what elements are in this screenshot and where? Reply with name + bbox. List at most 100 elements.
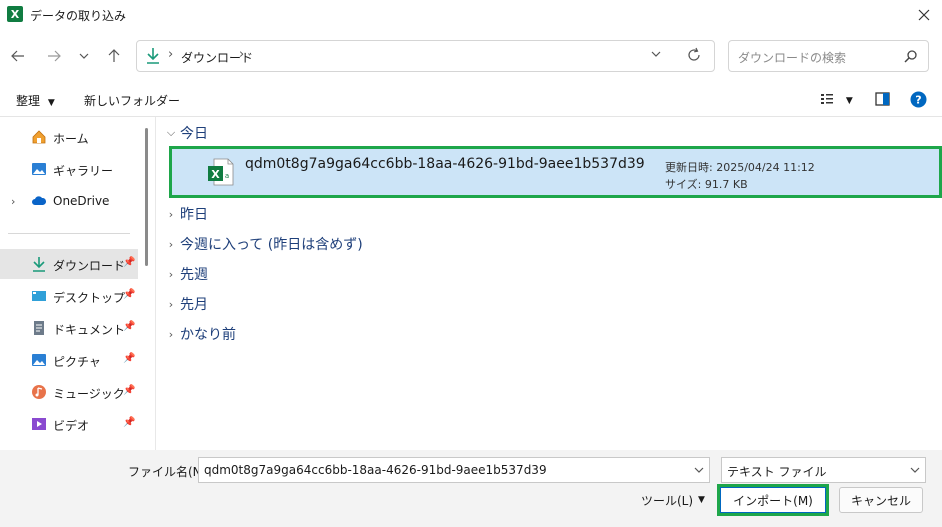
group-label: 今日 <box>180 126 208 142</box>
chevron-down-icon <box>910 467 920 473</box>
filename-value: qdm0t8g7a9ga64cc6bb-18aa-4626-91bd-9aee1… <box>204 463 547 477</box>
breadcrumb-separator[interactable]: › <box>239 47 244 62</box>
preview-pane-button[interactable] <box>875 92 890 109</box>
organize-label: 整理 <box>16 94 41 108</box>
chevron-down-icon: ⌵ <box>166 126 176 139</box>
close-icon <box>918 9 930 21</box>
help-button[interactable]: ? <box>910 91 927 111</box>
chevron-right-icon: › <box>168 267 174 281</box>
chevron-right-icon: › <box>168 327 174 341</box>
chevron-right-icon: › <box>168 237 174 251</box>
title-bar: X データの取り込み <box>0 0 942 30</box>
sidebar-item-label: ホーム <box>53 132 89 146</box>
caret-down-icon: ▼ <box>47 98 55 108</box>
search-icon[interactable] <box>904 49 918 63</box>
file-modified: 更新日時: 2025/04/24 11:12 <box>665 161 815 174</box>
sidebar-item-label: デスクトップ <box>53 291 126 305</box>
sidebar-item-gallery[interactable]: ギャラリー <box>0 154 138 184</box>
home-icon <box>32 130 46 144</box>
file-row-selected[interactable]: X a qdm0t8g7a9ga64cc6bb-18aa-4626-91bd-9… <box>169 146 942 198</box>
sidebar-item-label: ギャラリー <box>53 164 114 178</box>
group-header-yesterday[interactable]: › 昨日 <box>164 203 208 225</box>
forward-button[interactable] <box>42 44 66 68</box>
chevron-down-icon[interactable] <box>693 464 705 476</box>
pin-icon[interactable]: 📌 <box>123 289 135 300</box>
sidebar-item-onedrive[interactable]: OneDrive <box>0 186 138 216</box>
excel-file-icon: X a <box>208 158 234 186</box>
pin-icon[interactable]: 📌 <box>123 257 135 268</box>
new-folder-button[interactable]: 新しいフォルダー <box>84 92 180 109</box>
sidebar-item-label: ミュージック <box>53 387 125 401</box>
arrow-left-icon <box>11 50 24 62</box>
pin-icon[interactable]: 📌 <box>123 321 135 332</box>
preview-pane-icon <box>875 92 890 106</box>
arrow-up-icon <box>108 49 120 62</box>
sidebar-item-documents[interactable]: ドキュメント 📌 <box>0 313 138 343</box>
list-view-icon <box>821 94 833 104</box>
group-header-long-ago[interactable]: › かなり前 <box>164 323 236 345</box>
view-options-button[interactable]: ▼ <box>820 92 853 109</box>
cloud-icon <box>32 196 47 205</box>
filetype-select[interactable]: テキスト ファイル <box>721 457 926 483</box>
group-label: 先週 <box>180 267 208 283</box>
recent-locations-button[interactable] <box>72 44 96 68</box>
cancel-button[interactable]: キャンセル <box>839 487 923 513</box>
group-label: かなり前 <box>180 327 236 343</box>
file-size: サイズ: 91.7 KB <box>665 178 748 191</box>
gallery-icon <box>32 163 46 175</box>
file-name: qdm0t8g7a9ga64cc6bb-18aa-4626-91bd-9aee1… <box>245 156 645 172</box>
group-header-last-month[interactable]: › 先月 <box>164 293 208 315</box>
download-icon <box>147 48 159 64</box>
window-title: データの取り込み <box>30 9 127 23</box>
arrow-right-icon <box>48 50 61 62</box>
sidebar-item-label: ドキュメント <box>53 323 126 337</box>
organize-button[interactable]: 整理 ▼ <box>16 92 55 109</box>
search-placeholder: ダウンロードの検索 <box>738 51 847 65</box>
group-header-today[interactable]: ⌵ 今日 <box>164 122 208 144</box>
chevron-down-icon[interactable] <box>650 48 662 60</box>
pin-icon[interactable]: 📌 <box>123 353 135 364</box>
close-button[interactable] <box>912 4 936 26</box>
search-box[interactable]: ダウンロードの検索 <box>728 40 929 72</box>
sidebar-item-label: ビデオ <box>53 419 90 433</box>
back-button[interactable] <box>6 44 30 68</box>
group-label: 昨日 <box>180 207 208 223</box>
sidebar-item-desktop[interactable]: デスクトップ 📌 <box>0 281 138 311</box>
pin-icon[interactable]: 📌 <box>123 385 135 396</box>
refresh-icon[interactable] <box>686 47 702 63</box>
sidebar-item-label: ダウンロード <box>53 259 126 273</box>
address-bar[interactable]: › ダウンロード › <box>136 40 715 72</box>
up-button[interactable] <box>102 44 126 68</box>
desktop-icon <box>32 291 46 301</box>
sidebar-item-downloads[interactable]: ダウンロード 📌 <box>0 249 138 279</box>
sidebar-item-label: OneDrive <box>53 194 110 208</box>
sidebar-item-videos[interactable]: ビデオ 📌 <box>0 409 138 439</box>
help-icon: ? <box>910 91 927 108</box>
svg-text:a: a <box>225 172 229 180</box>
pictures-icon <box>32 354 46 366</box>
svg-text:X: X <box>211 168 220 181</box>
video-icon <box>32 418 46 430</box>
excel-app-icon: X <box>7 6 23 22</box>
music-icon <box>32 385 46 399</box>
sidebar-item-music[interactable]: ミュージック 📌 <box>0 377 138 407</box>
pane-divider[interactable] <box>155 117 156 450</box>
pin-icon[interactable]: 📌 <box>123 417 135 428</box>
svg-text:?: ? <box>915 94 921 107</box>
filetype-value: テキスト ファイル <box>727 465 827 479</box>
sidebar-scrollbar[interactable] <box>145 128 148 266</box>
filename-input[interactable]: qdm0t8g7a9ga64cc6bb-18aa-4626-91bd-9aee1… <box>198 457 710 483</box>
breadcrumb-separator: › <box>168 47 174 62</box>
caret-down-icon[interactable]: ▼ <box>698 495 705 505</box>
chevron-right-icon: › <box>168 297 174 311</box>
group-header-last-week[interactable]: › 先週 <box>164 263 208 285</box>
group-header-this-week[interactable]: › 今週に入って (昨日は含めず) <box>164 233 363 255</box>
chevron-right-icon: › <box>168 207 174 221</box>
download-icon <box>33 257 45 272</box>
sidebar-item-label: ピクチャ <box>53 355 101 369</box>
sidebar-item-home[interactable]: ホーム <box>0 122 138 152</box>
caret-down-icon: ▼ <box>845 96 853 106</box>
tools-button[interactable]: ツール(L) <box>641 492 693 509</box>
import-button[interactable]: インポート(M) <box>717 484 829 516</box>
sidebar-item-pictures[interactable]: ピクチャ 📌 <box>0 345 138 375</box>
